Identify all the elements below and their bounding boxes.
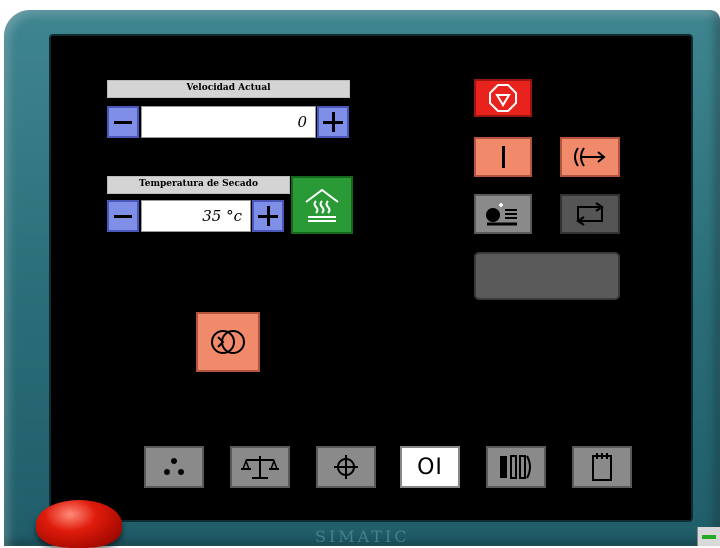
notepad-icon bbox=[592, 453, 612, 481]
plus-icon bbox=[323, 112, 343, 132]
speed-title: Velocidad Actual bbox=[107, 80, 350, 98]
dots-icon bbox=[164, 458, 184, 475]
tab-oi-label: OI bbox=[417, 454, 443, 480]
minimize-icon bbox=[702, 535, 716, 539]
crosshair-icon bbox=[334, 455, 358, 479]
minimize-button[interactable] bbox=[697, 527, 720, 546]
jog-forward-button[interactable] bbox=[560, 137, 620, 177]
rotation-rings-icon bbox=[211, 330, 245, 354]
balance-scale-icon bbox=[241, 456, 279, 479]
feed-list-icon bbox=[486, 203, 517, 226]
status-display bbox=[474, 252, 620, 300]
start-button[interactable] bbox=[474, 137, 532, 177]
material-feed-button[interactable] bbox=[474, 194, 532, 234]
temperature-increase-button[interactable] bbox=[252, 200, 284, 232]
stop-octagon-icon bbox=[489, 84, 517, 112]
tab-alignment[interactable] bbox=[316, 446, 376, 488]
speed-value-field[interactable]: 0 bbox=[141, 106, 316, 138]
start-icon bbox=[501, 146, 505, 168]
rotation-button[interactable] bbox=[196, 312, 260, 372]
tab-oi[interactable]: OI bbox=[400, 446, 460, 488]
temperature-decrease-button[interactable] bbox=[107, 200, 139, 232]
cycle-button[interactable] bbox=[560, 194, 620, 234]
tab-overview[interactable] bbox=[144, 446, 204, 488]
heater-icon bbox=[305, 188, 339, 222]
speed-increase-button[interactable] bbox=[317, 106, 349, 138]
plus-icon bbox=[258, 206, 278, 226]
jog-arrow-icon bbox=[574, 147, 606, 167]
minus-icon bbox=[114, 120, 132, 124]
stop-button[interactable] bbox=[474, 79, 532, 117]
speed-decrease-button[interactable] bbox=[107, 106, 139, 138]
heater-button[interactable] bbox=[291, 176, 353, 234]
tab-rollers[interactable] bbox=[486, 446, 546, 488]
temperature-value-field[interactable]: 35 °c bbox=[141, 200, 251, 232]
tab-scale[interactable] bbox=[230, 446, 290, 488]
emergency-stop-button[interactable] bbox=[36, 500, 122, 548]
rollers-icon bbox=[500, 455, 531, 479]
temperature-title: Temperatura de Secado bbox=[107, 176, 290, 194]
minus-icon bbox=[114, 214, 132, 218]
brand-label: SIMATIC bbox=[315, 527, 410, 546]
cycle-arrows-icon bbox=[576, 202, 604, 226]
tab-notes[interactable] bbox=[572, 446, 632, 488]
